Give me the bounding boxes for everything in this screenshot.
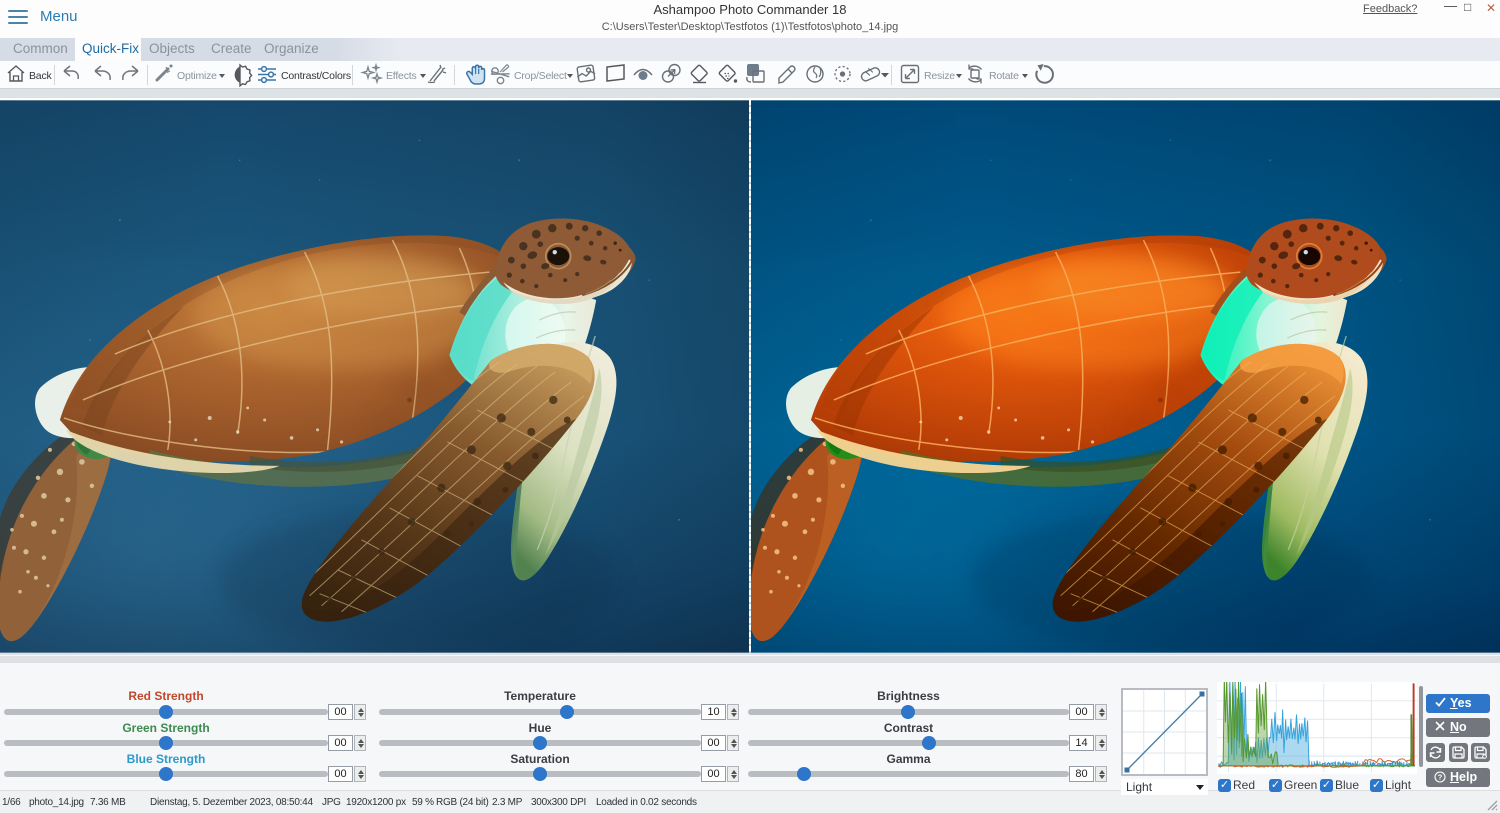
- svg-text:?: ?: [1438, 773, 1443, 782]
